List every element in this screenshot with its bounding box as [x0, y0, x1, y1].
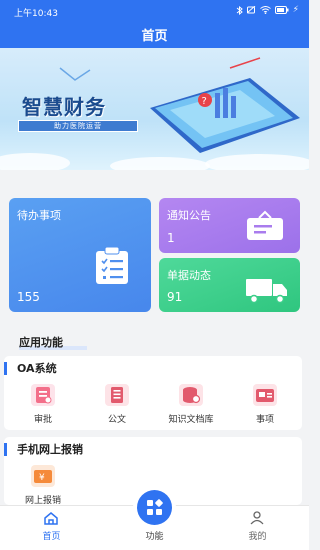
matters-button[interactable]: 事项: [228, 384, 302, 425]
reimbursement-panel-title: 手机网上报销: [4, 443, 83, 456]
charging-icon: ⚡: [292, 5, 299, 15]
document-status-card[interactable]: 单据动态 91: [159, 258, 300, 312]
approval-button[interactable]: 审批: [6, 384, 80, 425]
home-icon: [44, 512, 58, 525]
approval-label: 审批: [33, 415, 52, 425]
banner-brand-text: 智慧财务: [22, 95, 106, 119]
tab-profile-label: 我的: [248, 532, 267, 542]
person-icon: [250, 511, 264, 525]
matters-icon: [253, 384, 277, 406]
online-reimbursement-button[interactable]: ¥ 网上报销: [6, 465, 80, 506]
tab-home-label: 首页: [42, 532, 61, 542]
battery-icon: [274, 6, 289, 14]
document-status-card-label: 单据动态: [167, 269, 211, 282]
status-icons: ⚡: [236, 5, 299, 15]
page-title: 首页: [141, 29, 168, 44]
matters-label: 事项: [255, 415, 274, 425]
todo-card[interactable]: 待办事项 155: [9, 198, 151, 312]
tab-home[interactable]: 首页: [0, 506, 103, 550]
banner[interactable]: ? 智慧财务 助力医院运营: [0, 48, 309, 170]
svg-text:¥: ¥: [39, 473, 45, 483]
mute-icon: [246, 6, 256, 14]
tab-profile[interactable]: 我的: [206, 506, 309, 550]
clipboard-checklist-icon: [96, 247, 128, 284]
official-document-label: 公文: [107, 415, 126, 425]
document-icon: [105, 384, 129, 406]
functions-fab-button[interactable]: [137, 490, 172, 525]
knowledge-base-button[interactable]: 知识文档库: [154, 384, 228, 425]
approval-icon: [31, 384, 55, 406]
knowledge-base-icon: [179, 384, 203, 406]
official-document-button[interactable]: 公文: [80, 384, 154, 425]
svg-text:?: ?: [202, 96, 207, 107]
tab-functions-label: 功能: [145, 532, 164, 542]
bluetooth-icon: [236, 5, 243, 15]
top-bar: 上午10:43 ⚡ 首页: [0, 0, 309, 48]
oa-panel-title: OA系统: [4, 362, 57, 375]
signboard-icon: [247, 210, 283, 240]
oa-panel: OA系统 审批 公文 知识文档库 事项: [4, 356, 302, 430]
status-bar: 上午10:43 ⚡: [0, 0, 309, 22]
todo-card-label: 待办事项: [17, 209, 61, 222]
todo-card-count: 155: [17, 290, 40, 304]
document-status-card-count: 91: [167, 290, 183, 304]
section-title: 应用功能: [19, 336, 63, 349]
truck-icon: [246, 279, 287, 304]
wifi-icon: [259, 6, 271, 14]
quick-cards: 待办事项 155 通知公告 1 单据动态 91: [9, 198, 300, 312]
notice-card-label: 通知公告: [167, 209, 211, 222]
yuan-icon: ¥: [31, 465, 55, 487]
knowledge-base-label: 知识文档库: [168, 415, 214, 425]
banner-subtag: 助力医院运营: [18, 120, 138, 132]
notice-card-count: 1: [167, 231, 175, 245]
grid-apps-icon: [147, 499, 163, 515]
status-time: 上午10:43: [14, 9, 58, 19]
notice-card[interactable]: 通知公告 1: [159, 198, 300, 253]
